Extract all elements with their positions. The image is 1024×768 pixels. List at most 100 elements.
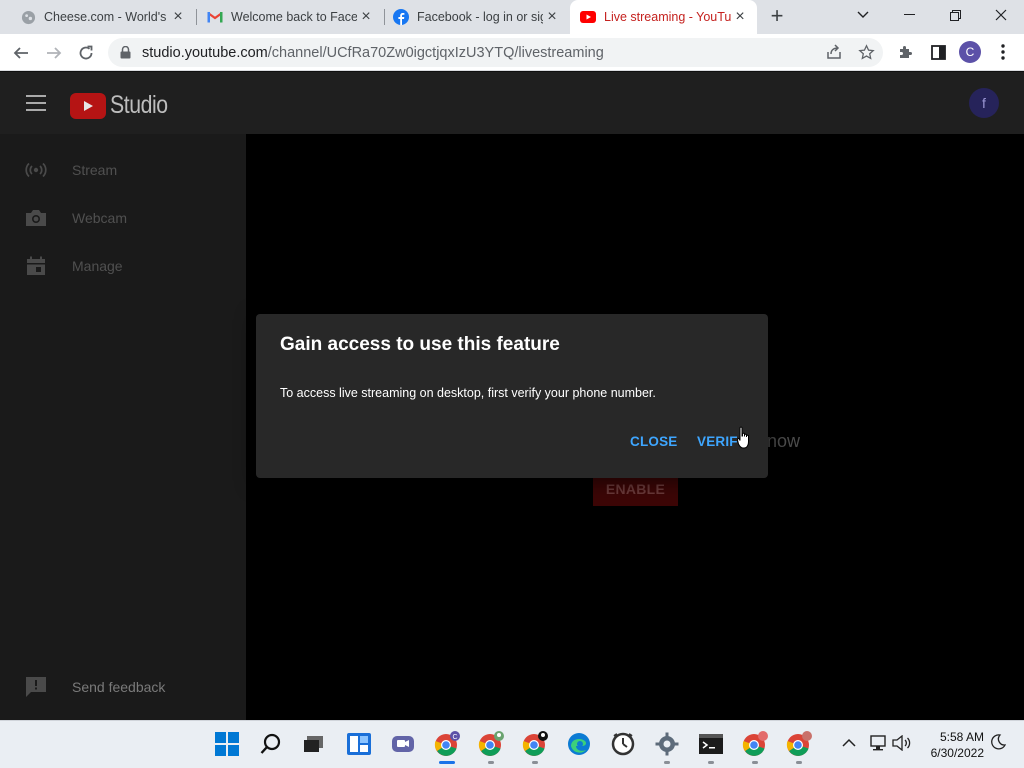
facebook-favicon-icon <box>393 9 409 25</box>
close-tab-icon[interactable]: × <box>731 8 749 26</box>
studio-header: Studio <box>0 72 1024 134</box>
windows-taskbar: C 5:58 AM 6/30/2022 <box>0 720 1024 768</box>
edge-browser-icon[interactable] <box>566 731 592 757</box>
focus-moon-icon[interactable] <box>990 734 1007 755</box>
back-button[interactable] <box>8 40 34 66</box>
camera-icon <box>24 206 48 230</box>
tab-title: Facebook - log in or sig <box>417 10 543 24</box>
channel-avatar[interactable]: f <box>969 88 999 118</box>
close-tab-icon[interactable]: × <box>169 8 187 26</box>
close-button[interactable]: CLOSE <box>630 434 678 449</box>
tab-title: Cheese.com - World's l <box>44 10 169 24</box>
studio-logo[interactable]: Studio <box>70 91 178 120</box>
chevron-down-icon <box>857 11 869 18</box>
chrome-profile-3-icon[interactable] <box>522 731 548 757</box>
app-running-indicator <box>488 761 494 764</box>
app-running-indicator <box>664 761 670 764</box>
terminal-icon[interactable] <box>698 731 724 757</box>
minimize-button[interactable] <box>886 0 932 30</box>
url-text: studio.youtube.com/channel/UCfRa70Zw0igc… <box>142 45 604 61</box>
sidebar-item-label: Manage <box>72 258 123 274</box>
chrome-profile-c-icon[interactable]: C <box>434 731 460 757</box>
sidebar-item-label: Stream <box>72 162 118 178</box>
studio-logo-text: Studio <box>110 91 168 119</box>
sidebar-item-label: Webcam <box>72 210 127 226</box>
verify-dialog: Gain access to use this feature To acces… <box>256 314 768 478</box>
sidebar-item-stream[interactable]: Stream <box>0 150 246 190</box>
kebab-menu-icon[interactable] <box>993 42 1013 62</box>
app-running-indicator <box>708 761 714 764</box>
share-icon[interactable] <box>824 42 844 62</box>
network-icon[interactable] <box>868 735 888 756</box>
url-path: /channel/UCfRa70Zw0igctjqxIzU3YTQ/livest… <box>267 44 604 61</box>
address-bar[interactable]: studio.youtube.com/channel/UCfRa70Zw0igc… <box>108 38 883 67</box>
tab-gmail[interactable]: Welcome back to Faceb × <box>197 0 383 34</box>
send-feedback-label: Send feedback <box>72 679 166 695</box>
chrome-profile-2-icon[interactable] <box>478 731 504 757</box>
youtube-logo-icon <box>70 92 106 119</box>
svg-text:C: C <box>452 734 457 741</box>
background-heading-text: now <box>767 431 801 451</box>
volume-icon[interactable] <box>892 734 912 756</box>
tab-search-button[interactable] <box>840 0 886 30</box>
cheese-favicon-icon <box>20 9 36 25</box>
close-tab-icon[interactable]: × <box>357 8 375 26</box>
tab-facebook[interactable]: Facebook - log in or sig × <box>385 0 569 34</box>
tab-cheese[interactable]: Cheese.com - World's l × <box>0 0 195 34</box>
studio-sidebar: Stream Webcam Manage Send feedback <box>0 134 246 720</box>
reload-button[interactable] <box>73 40 99 66</box>
arrow-right-icon <box>47 47 62 59</box>
minimize-icon <box>903 14 915 15</box>
calendar-icon <box>24 254 48 278</box>
restore-icon <box>949 9 961 21</box>
close-tab-icon[interactable]: × <box>543 8 561 26</box>
chrome-profile-4-icon[interactable] <box>742 731 768 757</box>
sidebar-item-manage[interactable]: Manage <box>0 246 246 286</box>
app-running-indicator <box>796 761 802 764</box>
close-icon <box>995 9 1007 21</box>
tab-title: Welcome back to Faceb <box>231 10 357 24</box>
broadcast-icon <box>24 158 48 182</box>
widgets-icon[interactable] <box>346 731 372 757</box>
send-feedback-button[interactable]: Send feedback <box>0 667 246 707</box>
side-panel-icon[interactable] <box>928 42 948 62</box>
sidebar-item-webcam[interactable]: Webcam <box>0 198 246 238</box>
restore-button[interactable] <box>932 0 978 30</box>
app-running-indicator <box>532 761 538 764</box>
browser-toolbar: studio.youtube.com/channel/UCfRa70Zw0igc… <box>0 34 1024 71</box>
search-icon[interactable] <box>258 731 284 757</box>
app-running-indicator <box>752 761 758 764</box>
browser-profile-avatar[interactable]: C <box>959 41 981 63</box>
active-app-indicator <box>439 761 455 764</box>
extensions-puzzle-icon[interactable] <box>896 42 916 62</box>
teams-chat-icon[interactable] <box>390 731 416 757</box>
windows-start-icon[interactable] <box>214 731 240 757</box>
tab-youtube-active[interactable]: Live streaming - YouTu × <box>570 0 757 34</box>
taskbar-clock[interactable]: 5:58 AM 6/30/2022 <box>918 729 984 761</box>
lock-icon[interactable] <box>120 46 134 59</box>
hand-cursor-icon <box>737 426 749 449</box>
task-view-icon[interactable] <box>301 731 327 757</box>
close-window-button[interactable] <box>978 0 1024 30</box>
tab-title: Live streaming - YouTu <box>604 10 731 24</box>
feedback-icon <box>24 675 48 699</box>
arrow-left-icon <box>13 47 28 59</box>
clock-date: 6/30/2022 <box>930 746 984 760</box>
reload-icon <box>79 45 93 60</box>
star-icon[interactable] <box>856 42 876 62</box>
clock-app-icon[interactable] <box>610 731 636 757</box>
dialog-body-text: To access live streaming on desktop, fir… <box>280 386 656 400</box>
forward-button[interactable] <box>41 40 67 66</box>
settings-gear-icon[interactable] <box>654 731 680 757</box>
verify-button[interactable]: VERIF <box>697 434 738 449</box>
chrome-profile-5-icon[interactable] <box>786 731 812 757</box>
clock-time: 5:58 AM <box>939 730 984 744</box>
url-host: studio.youtube.com <box>142 44 268 61</box>
chevron-up-icon[interactable] <box>842 735 856 753</box>
gmail-favicon-icon <box>207 9 223 25</box>
new-tab-button[interactable]: + <box>766 5 788 28</box>
hamburger-menu-icon[interactable] <box>26 95 46 111</box>
dialog-title: Gain access to use this feature <box>280 334 560 355</box>
browser-tab-strip: Cheese.com - World's l × Welcome back to… <box>0 0 1024 34</box>
youtube-favicon-icon <box>580 9 596 25</box>
